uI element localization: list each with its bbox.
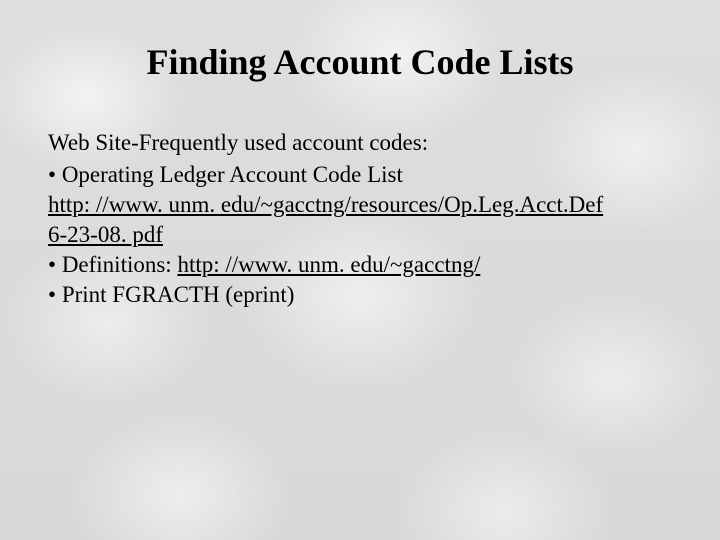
link-gacctng-home[interactable]: http: //www. unm. edu/~gacctng/: [177, 252, 480, 277]
slide-title: Finding Account Code Lists: [100, 42, 620, 82]
definitions-label: Definitions:: [62, 252, 178, 277]
lead-text: Web Site-Frequently used account codes:: [48, 128, 672, 158]
bullet-print-fgracth: Print FGRACTH (eprint): [48, 280, 672, 310]
slide-body: Web Site-Frequently used account codes: …: [48, 128, 672, 309]
bullet-definitions: Definitions: http: //www. unm. edu/~gacc…: [48, 250, 672, 280]
bullet-operating-ledger: Operating Ledger Account Code List: [48, 160, 672, 190]
slide: Finding Account Code Lists Web Site-Freq…: [0, 0, 720, 540]
link-opleg-acctdef-part1[interactable]: http: //www. unm. edu/~gacctng/resources…: [48, 190, 672, 220]
link-opleg-acctdef-part2[interactable]: 6-23-08. pdf: [48, 220, 672, 250]
